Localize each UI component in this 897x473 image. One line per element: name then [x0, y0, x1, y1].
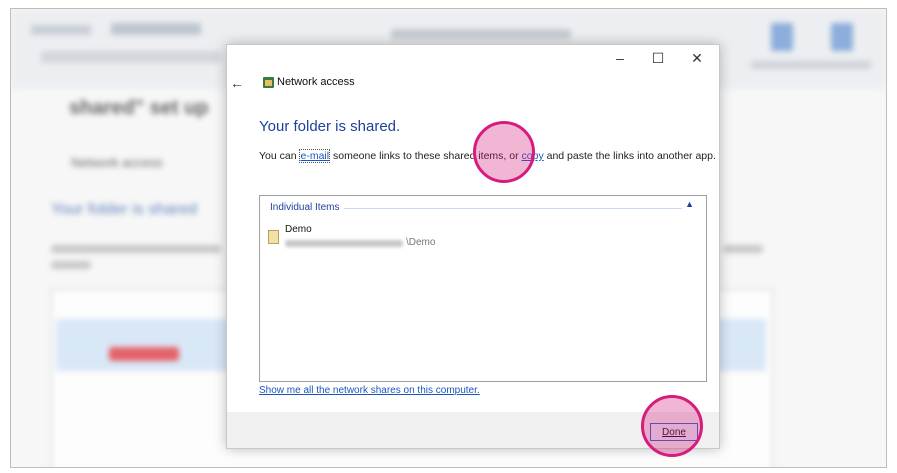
background-heading: Your folder is shared	[51, 201, 198, 218]
list-item-name[interactable]: Demo	[285, 224, 312, 235]
close-button[interactable]: ✕	[682, 47, 712, 69]
background-title: shared" set up	[69, 97, 209, 119]
email-link[interactable]: e-mail	[299, 149, 331, 163]
background-redaction	[109, 347, 179, 361]
background-nav: Network access	[71, 155, 163, 170]
list-item-path: \Demo	[406, 237, 436, 248]
screenshot-frame: shared" set up Network access Your folde…	[10, 8, 887, 468]
message-text-middle: someone links to these shared items, or	[330, 150, 522, 162]
share-message: You can e-mail someone links to these sh…	[259, 149, 716, 163]
group-divider	[344, 208, 682, 209]
copy-link[interactable]: copy	[522, 150, 544, 162]
chevron-up-icon[interactable]: ▲	[685, 199, 694, 209]
message-text-before: You can	[259, 150, 300, 162]
maximize-button[interactable]: ☐	[643, 47, 673, 69]
shared-items-list[interactable]: Individual Items ▲ Demo \Demo	[259, 195, 707, 382]
show-network-shares-link[interactable]: Show me all the network shares on this c…	[259, 385, 480, 396]
message-text-after: and paste the links into another app.	[543, 150, 716, 162]
dialog-title: Network access	[277, 76, 355, 88]
dialog-footer	[227, 412, 719, 448]
back-arrow-icon[interactable]: ←	[230, 75, 244, 91]
minimize-button[interactable]: –	[605, 47, 635, 69]
dialog-heading: Your folder is shared.	[259, 118, 401, 135]
network-access-icon	[263, 77, 274, 88]
network-access-dialog: – ☐ ✕ ← Network access Your folder is sh…	[226, 44, 720, 449]
file-icon	[268, 230, 279, 244]
done-button[interactable]: Done	[650, 423, 698, 441]
blurred-path	[285, 240, 403, 247]
group-header[interactable]: Individual Items	[270, 202, 339, 213]
